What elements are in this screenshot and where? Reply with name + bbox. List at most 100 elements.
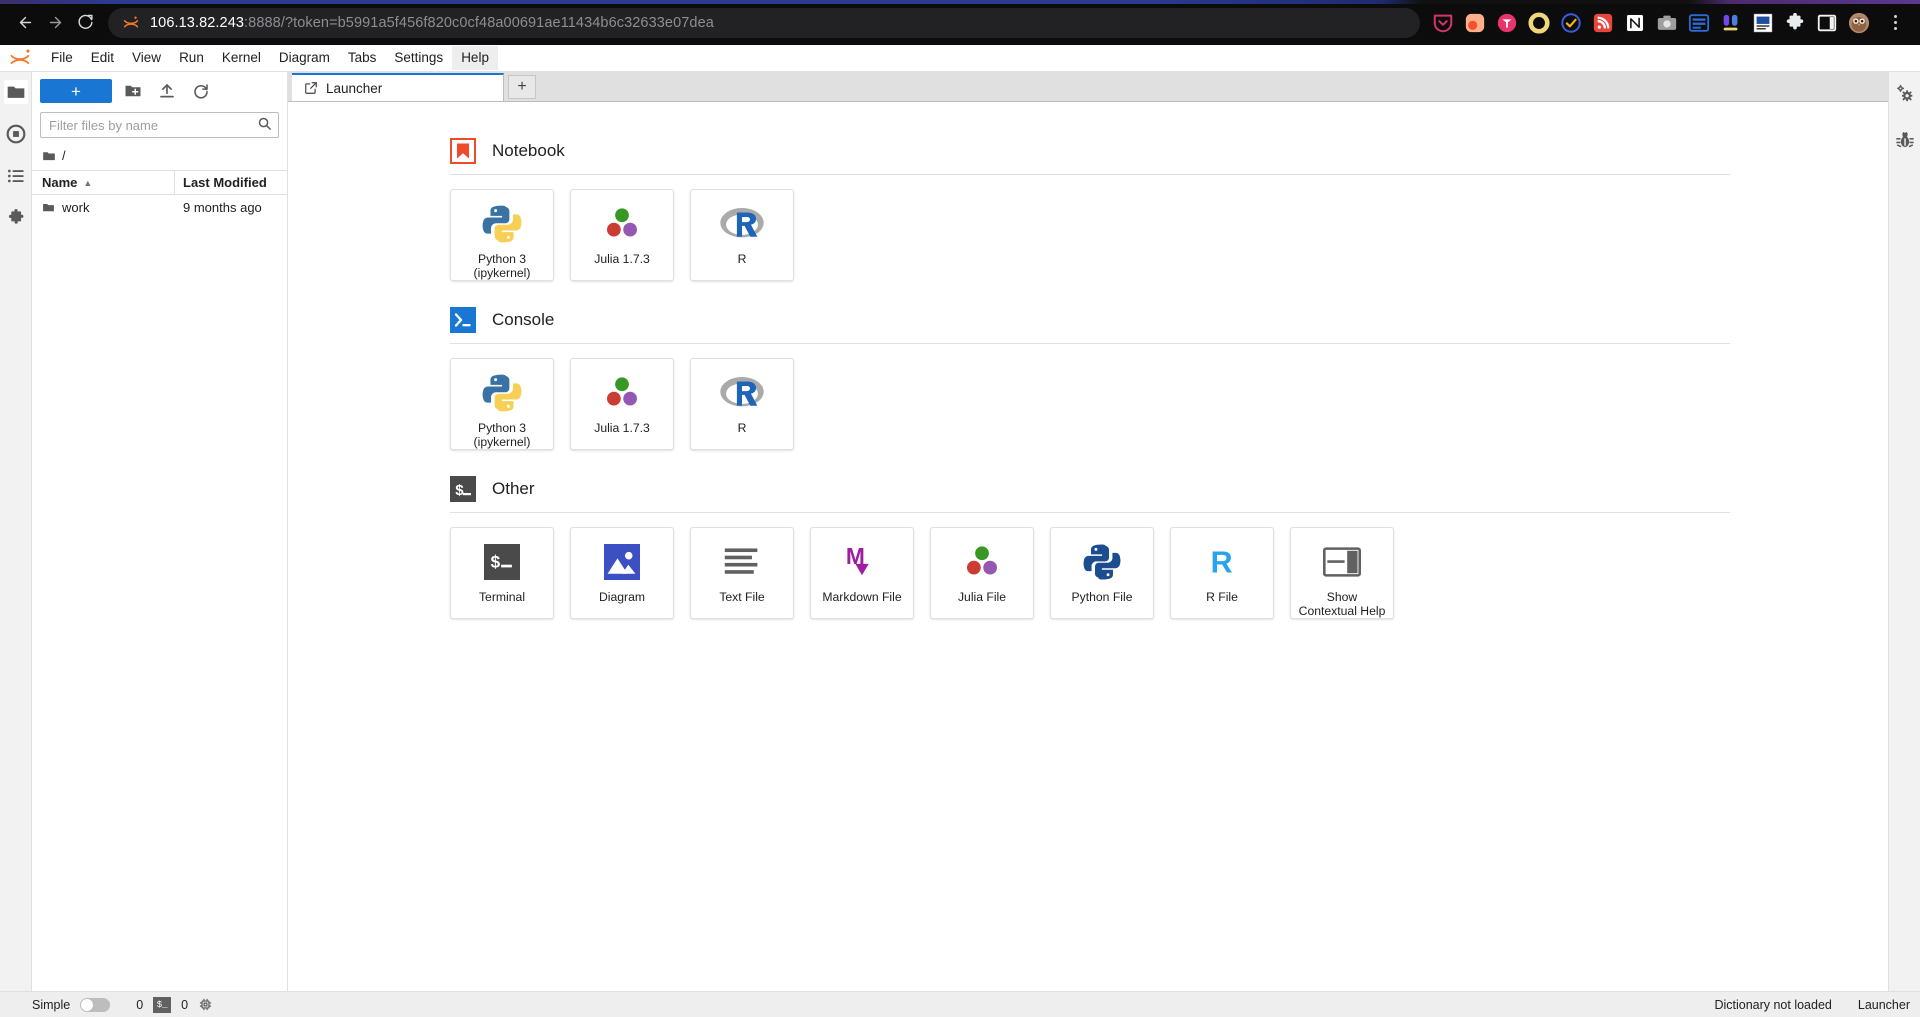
terminal-count[interactable]: 0 — [181, 998, 188, 1012]
file-browser-panel: + / Name — [32, 72, 288, 991]
launcher-card-terminal[interactable]: $ Terminal — [450, 527, 554, 619]
launcher-card-markdown-file[interactable]: M Markdown File — [810, 527, 914, 619]
file-filter-wrapper — [32, 110, 287, 144]
sidebar-item-debugger[interactable] — [1893, 128, 1917, 152]
launcher-card-label: R — [737, 252, 747, 266]
people-extension-icon[interactable] — [1720, 12, 1742, 34]
running-stop-icon — [6, 124, 25, 144]
launcher-card-diagram[interactable]: Diagram — [570, 527, 674, 619]
tab-launcher[interactable]: Launcher — [292, 73, 504, 101]
launcher-card-label: R File — [1206, 590, 1238, 604]
list-icon — [7, 169, 23, 183]
svg-text:R: R — [1211, 545, 1233, 579]
launcher-card-notebook-r[interactable]: R — [690, 189, 794, 281]
sidebar-item-running-terminals[interactable] — [4, 122, 28, 146]
launcher-card-label: Python 3 (ipykernel) — [473, 252, 531, 281]
browser-menu-button[interactable] — [1884, 12, 1906, 34]
ring-extension-icon[interactable] — [1528, 11, 1550, 34]
rss-bubble-extension-icon[interactable] — [1464, 12, 1486, 34]
launcher-card-console-r[interactable]: R — [690, 358, 794, 450]
breadcrumb-root-label: / — [62, 148, 66, 163]
column-header-name[interactable]: Name ▲ — [32, 171, 175, 194]
refresh-button[interactable] — [188, 79, 214, 103]
launcher-card-label: Diagram — [598, 590, 646, 604]
python-mono-icon — [1079, 540, 1125, 584]
menu-tabs[interactable]: Tabs — [339, 46, 386, 70]
r-logo-icon — [719, 202, 765, 246]
main-tab-bar: Launcher + — [288, 72, 1888, 101]
browser-forward-button[interactable] — [40, 8, 70, 38]
text-file-icon — [719, 540, 765, 584]
file-filter-input[interactable] — [40, 112, 279, 138]
breadcrumb[interactable]: / — [32, 144, 287, 170]
column-header-last-modified-label: Last Modified — [183, 175, 267, 190]
feedly-rss-extension-icon[interactable] — [1592, 12, 1614, 34]
column-header-name-label: Name — [42, 175, 78, 190]
screenshot-camera-extension-icon[interactable] — [1656, 12, 1678, 34]
launcher-card-console-julia[interactable]: Julia 1.7.3 — [570, 358, 674, 450]
section-divider — [450, 174, 1730, 175]
launcher-card-notebook-julia[interactable]: Julia 1.7.3 — [570, 189, 674, 281]
add-tab-button[interactable]: + — [508, 75, 536, 99]
python-logo-icon — [479, 202, 525, 246]
simple-mode-toggle[interactable] — [80, 997, 111, 1012]
pocket-extension-icon[interactable] — [1432, 12, 1454, 34]
launcher-card-console-python3[interactable]: Python 3 (ipykernel) — [450, 358, 554, 450]
jupyter-logo-icon[interactable] — [8, 47, 34, 69]
menu-kernel[interactable]: Kernel — [213, 46, 270, 70]
notion-web-clipper-extension-icon[interactable] — [1624, 12, 1646, 34]
launcher-card-notebook-python3[interactable]: Python 3 (ipykernel) — [450, 189, 554, 281]
current-view-status[interactable]: Launcher — [1858, 998, 1910, 1012]
profile-avatar-icon[interactable] — [1848, 12, 1870, 34]
browser-back-button[interactable] — [10, 8, 40, 38]
cpu-chip-icon[interactable] — [198, 997, 213, 1012]
new-folder-icon — [125, 85, 141, 97]
upload-button[interactable] — [154, 79, 180, 103]
browser-reload-button[interactable] — [70, 8, 100, 38]
terminal-prompt-icon: $ — [450, 476, 476, 502]
menu-edit[interactable]: Edit — [82, 46, 123, 70]
kernel-count[interactable]: 0 — [136, 998, 143, 1012]
menu-view[interactable]: View — [123, 46, 170, 70]
sidebar-item-table-of-contents[interactable] — [4, 164, 28, 188]
menu-run[interactable]: Run — [170, 46, 213, 70]
tampermonkey-extension-icon[interactable] — [1496, 12, 1518, 34]
menu-file[interactable]: File — [42, 46, 82, 70]
terminal-status-icon[interactable]: $_ — [153, 996, 172, 1013]
new-folder-button[interactable] — [120, 79, 146, 103]
puzzle-icon — [8, 208, 23, 224]
reader-view-extension-icon[interactable] — [1688, 12, 1710, 34]
menu-help[interactable]: Help — [452, 46, 498, 70]
sidebar-toggle-icon[interactable] — [1816, 12, 1838, 34]
dictionary-extension-icon[interactable] — [1752, 12, 1774, 34]
file-list-header: Name ▲ Last Modified — [32, 170, 287, 195]
sidebar-item-file-browser[interactable] — [3, 80, 28, 104]
todoist-check-extension-icon[interactable] — [1560, 12, 1582, 34]
section-title-console: Console — [492, 310, 555, 329]
menu-diagram[interactable]: Diagram — [270, 46, 339, 70]
file-list-item[interactable]: work 9 months ago — [32, 195, 287, 219]
jupyterlab-menu-bar: File Edit View Run Kernel Diagram Tabs S… — [0, 45, 1920, 72]
launcher-card-text-file[interactable]: Text File — [690, 527, 794, 619]
dictionary-status[interactable]: Dictionary not loaded — [1714, 998, 1831, 1012]
puzzle-extensions-icon[interactable] — [1784, 12, 1806, 34]
launcher-card-r-file[interactable]: R R File — [1170, 527, 1274, 619]
svg-text:$: $ — [455, 483, 464, 500]
launcher-card-show-contextual-help[interactable]: Show Contextual Help — [1290, 527, 1394, 619]
jupyterlab-app: File Edit View Run Kernel Diagram Tabs S… — [0, 45, 1920, 1017]
launcher-card-python-file[interactable]: Python File — [1050, 527, 1154, 619]
new-launcher-button[interactable]: + — [40, 79, 112, 103]
diagram-image-icon — [599, 540, 645, 584]
folder-icon — [43, 151, 55, 160]
other-card-row: $ Terminal Diagram Text File M Markdown … — [450, 527, 1888, 619]
address-bar[interactable]: 106.13.82.243:8888/?token=b5991a5f456f82… — [108, 7, 1420, 38]
menu-settings[interactable]: Settings — [385, 46, 452, 70]
refresh-icon — [194, 84, 208, 99]
launcher-card-label: Julia 1.7.3 — [594, 421, 650, 435]
sidebar-item-extension-manager[interactable] — [4, 206, 28, 230]
launcher-card-julia-file[interactable]: Julia File — [930, 527, 1034, 619]
column-header-last-modified[interactable]: Last Modified — [175, 171, 287, 194]
section-divider — [450, 343, 1730, 344]
launcher-section-notebook: Notebook Python 3 (ipykernel) Julia 1.7.… — [450, 138, 1888, 281]
sidebar-item-property-inspector[interactable] — [1893, 82, 1917, 106]
